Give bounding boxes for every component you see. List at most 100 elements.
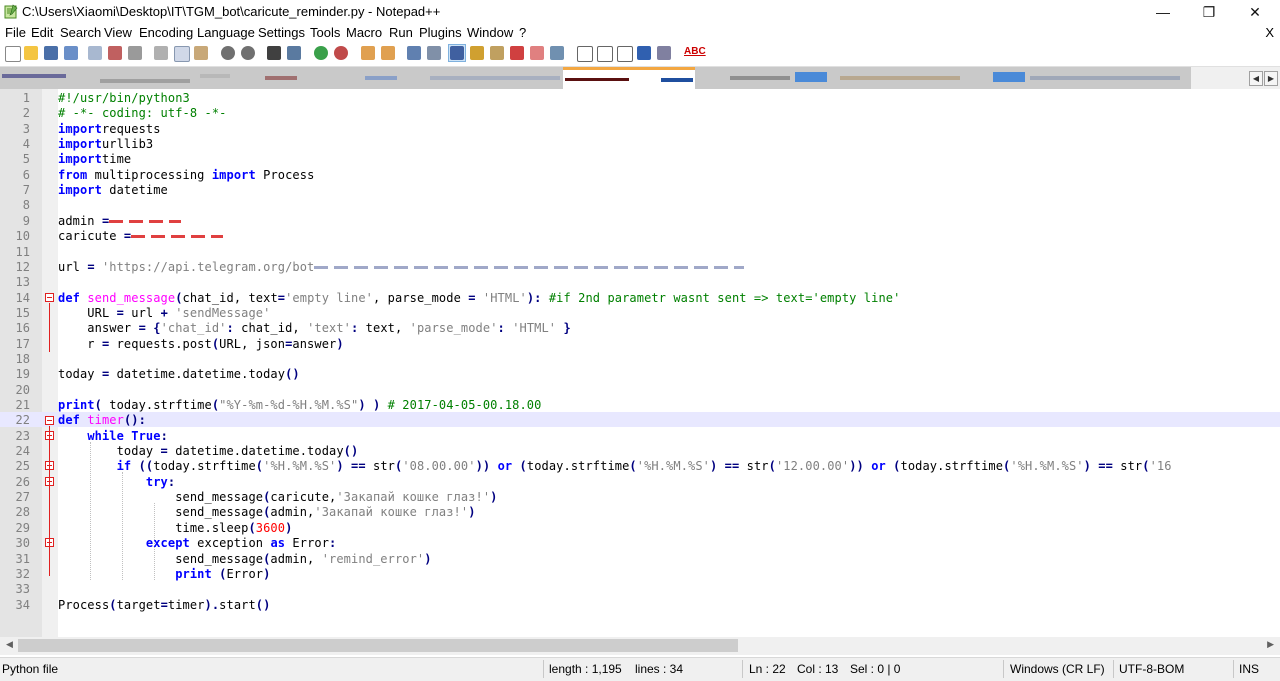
save-icon[interactable]: [43, 45, 59, 61]
code-line[interactable]: send_message(admin,'Закапай кошке глаз!'…: [58, 505, 476, 519]
code-editor[interactable]: 1 #!/usr/bin/python3 2 # -*- coding: utf-8 …: [0, 89, 1280, 637]
scrollbar-thumb[interactable]: [18, 639, 738, 652]
code-line[interactable]: # -*- coding: utf-8 -*-: [58, 106, 226, 120]
menu-file[interactable]: File: [5, 25, 26, 40]
code-line[interactable]: Process(target=timer).start(): [58, 598, 270, 612]
menu-plugins[interactable]: Plugins: [419, 25, 462, 40]
scroll-left-icon[interactable]: ◀: [6, 639, 13, 650]
tab-scroll-left-button[interactable]: ◀: [1249, 71, 1263, 86]
tab-blurred[interactable]: [2, 74, 66, 78]
tab-blurred[interactable]: [840, 76, 960, 80]
code-line[interactable]: while True:: [58, 429, 168, 443]
indent-guide-icon[interactable]: [448, 44, 466, 62]
save-all-icon[interactable]: [63, 45, 79, 61]
menu-settings[interactable]: Settings: [258, 25, 305, 40]
code-line[interactable]: today = datetime.datetime.today(): [58, 444, 359, 458]
save-macro-icon[interactable]: [656, 45, 672, 61]
find-icon[interactable]: [266, 45, 282, 61]
copy-icon[interactable]: [173, 45, 190, 62]
code-line[interactable]: if ((today.strftime('%H.%M.%S') == str('…: [58, 459, 1172, 473]
open-file-icon[interactable]: [23, 45, 39, 61]
new-file-icon[interactable]: [4, 45, 21, 62]
code-line[interactable]: importtime: [58, 152, 131, 166]
code-line[interactable]: r = requests.post(URL, json=answer): [58, 337, 344, 351]
horizontal-scrollbar[interactable]: ◀ ▶: [0, 637, 1280, 655]
code-token: 'sendMessage': [175, 305, 271, 320]
replace-icon[interactable]: [286, 45, 302, 61]
code-line[interactable]: def send_message(chat_id, text='empty li…: [58, 291, 900, 305]
fold-toggle[interactable]: [45, 416, 54, 425]
code-line[interactable]: def timer():: [58, 413, 146, 427]
folder-workspace-icon[interactable]: [529, 45, 545, 61]
code-line[interactable]: url = 'https://api.telegram.org/bot: [58, 260, 745, 274]
code-line[interactable]: answer = {'chat_id': chat_id, 'text': te…: [58, 321, 571, 335]
paste-icon[interactable]: [193, 45, 209, 61]
play-macro-icon[interactable]: [616, 45, 633, 62]
code-line[interactable]: URL = url + 'sendMessage': [58, 306, 270, 320]
tab-blurred[interactable]: [730, 76, 790, 80]
print-icon[interactable]: [127, 45, 143, 61]
close-window-button[interactable]: ✕: [1232, 0, 1278, 24]
cut-icon[interactable]: [153, 45, 169, 61]
tab-blurred[interactable]: [200, 74, 230, 78]
menu-macro[interactable]: Macro: [346, 25, 382, 40]
tab-blurred[interactable]: [993, 72, 1025, 82]
code-line[interactable]: #!/usr/bin/python3: [58, 91, 190, 105]
sync-vertical-icon[interactable]: [360, 45, 376, 61]
zoom-out-icon[interactable]: [333, 45, 349, 61]
code-line[interactable]: caricute =: [58, 229, 224, 243]
menu-language[interactable]: Language: [197, 25, 255, 40]
menu-search[interactable]: Search: [60, 25, 101, 40]
scroll-right-icon[interactable]: ▶: [1267, 639, 1274, 650]
menu-help[interactable]: ?: [519, 25, 526, 40]
close-document-button[interactable]: X: [1265, 25, 1274, 40]
tab-active[interactable]: [563, 67, 695, 89]
undo-icon[interactable]: [220, 45, 236, 61]
code-line[interactable]: except exception as Error:: [58, 536, 336, 550]
code-line[interactable]: admin =: [58, 214, 182, 228]
record-macro-icon[interactable]: [576, 45, 593, 62]
code-line[interactable]: print( today.strftime("%Y-%m-%d-%H.%M.%S…: [58, 398, 541, 412]
code-line[interactable]: try:: [58, 475, 175, 489]
monitor-icon[interactable]: [549, 45, 565, 61]
code-line[interactable]: send_message(caricute,'Закапай кошке гла…: [58, 490, 498, 504]
code-line[interactable]: from multiprocessing import Process: [58, 168, 314, 182]
tab-blurred[interactable]: [795, 72, 827, 82]
sync-horizontal-icon[interactable]: [380, 45, 396, 61]
menu-window[interactable]: Window: [467, 25, 513, 40]
menu-run[interactable]: Run: [389, 25, 413, 40]
word-wrap-icon[interactable]: [406, 45, 422, 61]
tab-blurred[interactable]: [265, 76, 297, 80]
code-line[interactable]: send_message(admin, 'remind_error'): [58, 552, 432, 566]
code-line[interactable]: import datetime: [58, 183, 168, 197]
minimize-button[interactable]: —: [1140, 0, 1186, 24]
menu-view[interactable]: View: [104, 25, 132, 40]
zoom-in-icon[interactable]: [313, 45, 329, 61]
menu-encoding[interactable]: Encoding: [139, 25, 193, 40]
maximize-button[interactable]: ❐: [1186, 0, 1232, 24]
code-line[interactable]: print (Error): [58, 567, 270, 581]
code-line[interactable]: time.sleep(3600): [58, 521, 292, 535]
stop-macro-icon[interactable]: [596, 45, 613, 62]
fold-line: [49, 426, 50, 576]
menu-edit[interactable]: Edit: [31, 25, 53, 40]
code-line[interactable]: importurllib3: [58, 137, 153, 151]
fold-toggle[interactable]: [45, 293, 54, 302]
doc-map-icon[interactable]: [489, 45, 505, 61]
redo-icon[interactable]: [240, 45, 256, 61]
udl-icon[interactable]: [469, 45, 485, 61]
spell-check-icon[interactable]: ABC: [684, 45, 706, 61]
tab-blurred[interactable]: [1030, 76, 1180, 80]
tab-blurred[interactable]: [430, 76, 560, 80]
code-line[interactable]: today = datetime.datetime.today(): [58, 367, 300, 381]
function-list-icon[interactable]: [509, 45, 525, 61]
close-all-icon[interactable]: [107, 45, 123, 61]
close-icon[interactable]: [87, 45, 103, 61]
show-all-chars-icon[interactable]: [426, 45, 442, 61]
run-macro-multiple-icon[interactable]: [636, 45, 652, 61]
tab-blurred[interactable]: [365, 76, 397, 80]
code-line[interactable]: importrequests: [58, 122, 161, 136]
tab-scroll-right-button[interactable]: ▶: [1264, 71, 1278, 86]
menu-tools[interactable]: Tools: [310, 25, 340, 40]
tab-blurred[interactable]: [100, 79, 190, 83]
